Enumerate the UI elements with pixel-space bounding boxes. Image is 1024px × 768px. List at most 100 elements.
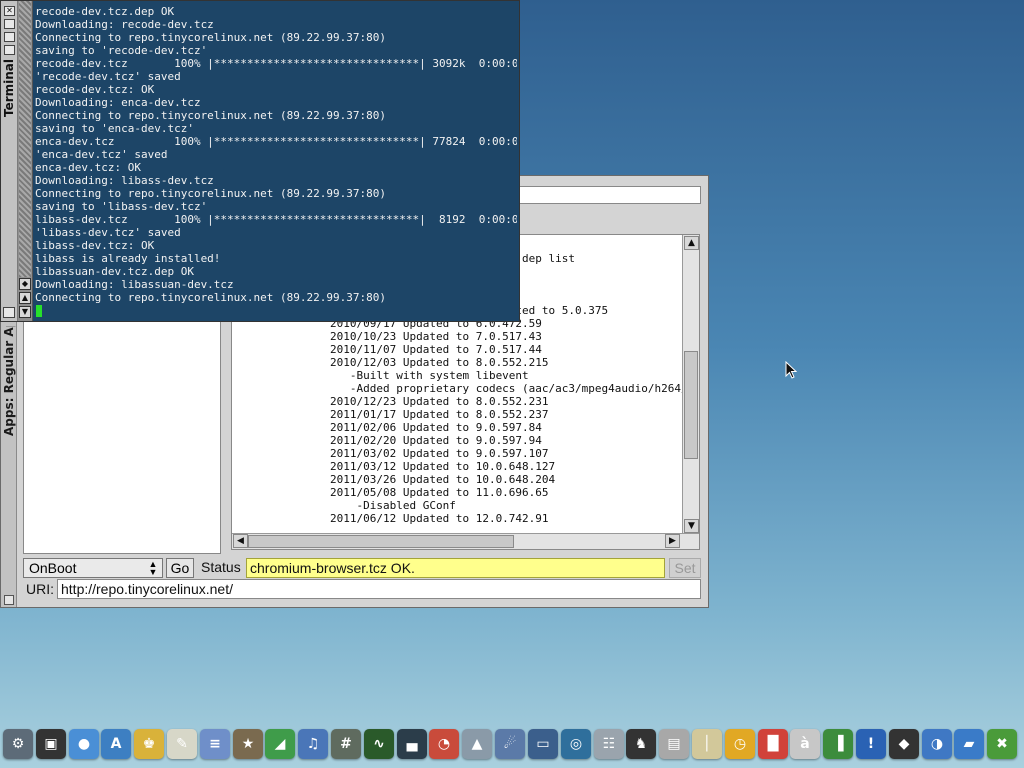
close-icon[interactable]: ✕ (4, 6, 15, 16)
info-line: 2011/01/17 Updated to 8.0.552.237 (330, 408, 549, 421)
terminal-line: Downloading: libassuan-dev.tcz (35, 278, 234, 291)
install-mode-select[interactable]: OnBoot ▲ ▼ (23, 558, 163, 578)
clock-icon[interactable]: ◷ (725, 729, 755, 759)
game-crown-icon[interactable]: ♚ (134, 729, 164, 759)
chromium-icon[interactable]: ● (69, 729, 99, 759)
terminal-scroll-track[interactable] (19, 1, 31, 277)
set-button[interactable]: Set (669, 558, 701, 578)
document-viewer-icon[interactable]: ≡ (200, 729, 230, 759)
info-line: 2011/06/12 Updated to 12.0.742.91 (330, 512, 549, 525)
terminal-line: recode-dev.tcz 100% |*******************… (35, 57, 517, 70)
mouse-pointer-icon (785, 361, 797, 379)
uri-field[interactable]: http://repo.tinycorelinux.net/ (57, 579, 701, 599)
info-line: -Disabled GConf (330, 499, 456, 512)
calculator-icon[interactable]: # (331, 729, 361, 759)
ruler-icon[interactable]: │ (692, 729, 722, 759)
system-stats-icon[interactable]: ⚙ (3, 729, 33, 759)
character-map-icon[interactable]: à (790, 729, 820, 759)
globe-icon[interactable]: ◎ (561, 729, 591, 759)
minimize-icon[interactable] (4, 32, 15, 42)
info-line: 2011/02/06 Updated to 9.0.597.84 (330, 421, 542, 434)
info-horizontal-scroll-thumb[interactable] (248, 535, 514, 548)
info-vertical-scrollbar[interactable]: ▲ ▼ (682, 235, 699, 535)
info-horizontal-scrollbar[interactable]: ◀ ▶ (232, 533, 699, 549)
terminal-line: Connecting to repo.tinycorelinux.net (89… (35, 291, 386, 304)
scroll-left-icon[interactable]: ◀ (233, 534, 248, 548)
status-label: Status (201, 559, 241, 575)
apps-minimize-button[interactable] (4, 595, 14, 605)
terminal-scrollbar[interactable]: ◆ ▲ ▼ (18, 1, 33, 321)
inkscape-icon[interactable]: ◆ (889, 729, 919, 759)
text-editor-icon[interactable]: ✎ (167, 729, 197, 759)
status-field: chromium-browser.tcz OK. (246, 558, 665, 578)
apps-action-row: OnBoot ▲ ▼ Go Status chromium-browser.tcz… (23, 558, 701, 578)
terminal-menu-icon[interactable] (3, 307, 15, 318)
info-line: 2010/12/23 Updated to 8.0.552.231 (330, 395, 549, 408)
terminal-icon[interactable]: ▣ (36, 729, 66, 759)
terminal-line: enca-dev.tcz: OK (35, 161, 141, 174)
terminal-cursor (36, 305, 42, 317)
apps-window-title: Apps: Regular Ap (2, 326, 16, 436)
terminal-line: enca-dev.tcz 100% |*********************… (35, 135, 517, 148)
terminal-line: Downloading: enca-dev.tcz (35, 96, 201, 109)
select-arrows-icon: ▲ ▼ (148, 559, 158, 577)
system-monitor-icon[interactable]: ∿ (364, 729, 394, 759)
terminal-line: Downloading: libass-dev.tcz (35, 174, 214, 187)
scroll-up-icon[interactable]: ▲ (684, 236, 699, 250)
terminal-title: Terminal (2, 58, 16, 117)
terminal-line: 'libass-dev.tcz' saved (35, 226, 181, 239)
terminal-line: libass-dev.tcz 100% |*******************… (35, 213, 517, 226)
info-line: -Added proprietary codecs (aac/ac3/mpeg4… (330, 382, 682, 395)
info-line: 2010/10/23 Updated to 7.0.517.43 (330, 330, 542, 343)
telescope-icon[interactable]: ☄ (495, 729, 525, 759)
partition-icon[interactable]: ◔ (429, 729, 459, 759)
terminal-line: Connecting to repo.tinycorelinux.net (89… (35, 109, 386, 122)
music-player-icon[interactable]: ♫ (298, 729, 328, 759)
uri-label: URI: (26, 581, 54, 597)
network-icon[interactable]: ☷ (594, 729, 624, 759)
terminal-line: recode-dev.tcz.dep OK (35, 5, 175, 18)
scroll-up-icon[interactable]: ▲ (19, 292, 31, 304)
apps-search-field[interactable] (516, 186, 701, 204)
info-line: 2011/05/08 Updated to 11.0.696.65 (330, 486, 549, 499)
info-line: 2010/11/07 Updated to 7.0.517.44 (330, 343, 542, 356)
terminal-window[interactable]: ✕ Terminal ◆ ▲ ▼ recode-dev.tcz.dep OK Do… (0, 0, 520, 322)
terminal-line: recode-dev.tcz: OK (35, 83, 155, 96)
go-button[interactable]: Go (166, 558, 194, 578)
font-a-icon[interactable]: A (101, 729, 131, 759)
info-vertical-scroll-thumb[interactable] (684, 351, 698, 459)
blocks-icon[interactable]: █ (758, 729, 788, 759)
firefox-icon[interactable]: ◑ (922, 729, 952, 759)
terminal-line: 'recode-dev.tcz' saved (35, 70, 181, 83)
wireless-icon[interactable]: ! (856, 729, 886, 759)
usb-icon[interactable]: ▰ (954, 729, 984, 759)
terminal-output[interactable]: recode-dev.tcz.dep OK Downloading: recode… (35, 5, 517, 319)
spreadsheet-icon[interactable]: ◢ (265, 729, 295, 759)
info-line: 2011/03/02 Updated to 9.0.597.107 (330, 447, 549, 460)
drive-icon[interactable]: ▤ (659, 729, 689, 759)
mount-tool-icon[interactable]: ▲ (462, 729, 492, 759)
cpu-graph-icon[interactable]: ▄ (397, 729, 427, 759)
install-mode-value: OnBoot (29, 560, 77, 576)
restore-icon[interactable] (4, 45, 15, 55)
gimp-icon[interactable]: ★ (233, 729, 263, 759)
terminal-line: saving to 'libass-dev.tcz' (35, 200, 208, 213)
terminal-line: Downloading: recode-dev.tcz (35, 18, 214, 31)
scroll-down-icon[interactable]: ▼ (684, 519, 699, 533)
screenshot-icon[interactable]: ▭ (528, 729, 558, 759)
terminal-line: Connecting to repo.tinycorelinux.net (89… (35, 31, 386, 44)
info-line: -Built with system libevent (330, 369, 529, 382)
info-line: 2011/03/26 Updated to 10.0.648.204 (330, 473, 556, 486)
equalizer-icon[interactable]: ▐ (823, 729, 853, 759)
scroll-down-icon[interactable]: ▼ (19, 306, 31, 318)
terminal-line: libass is already installed! (35, 252, 221, 265)
maximize-icon[interactable] (4, 19, 15, 29)
terminal-titlebar[interactable]: ✕ Terminal (1, 1, 18, 321)
scroll-top-icon[interactable]: ◆ (19, 278, 31, 290)
dock: ⚙ ▣ ● A ♚ ✎ ≡ ★ ◢ ♫ # ∿ ▄ ◔ ▲ ☄ ▭ ◎ ☷ ♞ ▤ │ ◷ █ à ▐! ◆ ◑ ▰ ✖ (0, 726, 1024, 766)
terminal-line: 'enca-dev.tcz' saved (35, 148, 168, 161)
penguin-icon[interactable]: ♞ (626, 729, 656, 759)
exit-icon[interactable]: ✖ (987, 729, 1017, 759)
scroll-right-icon[interactable]: ▶ (665, 534, 680, 548)
terminal-line: saving to 'enca-dev.tcz' (35, 122, 194, 135)
